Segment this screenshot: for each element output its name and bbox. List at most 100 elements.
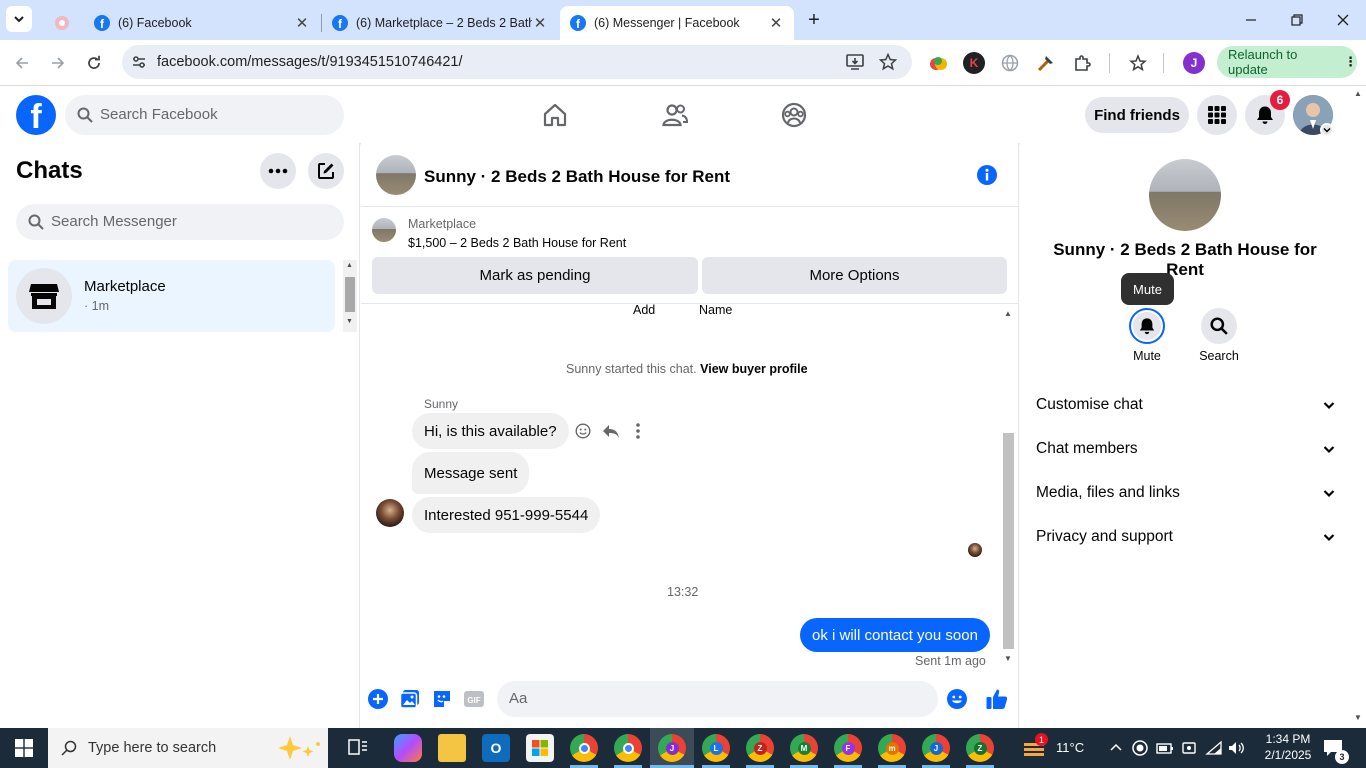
new-message-button[interactable] (308, 153, 344, 189)
install-app-icon[interactable] (846, 53, 864, 71)
outlook-app-icon[interactable]: O (482, 734, 510, 762)
plus-circle-icon[interactable] (367, 688, 389, 710)
reload-button[interactable] (80, 49, 108, 77)
chat-options-button[interactable] (260, 153, 296, 189)
incoming-message[interactable]: Interested 951-999-5544 (412, 497, 601, 533)
facebook-logo[interactable]: f (16, 95, 56, 135)
conversation-avatar[interactable] (376, 155, 416, 195)
scrollbar-thumb[interactable] (1003, 433, 1014, 649)
new-tab-button[interactable]: + (799, 8, 829, 32)
image-icon[interactable] (399, 688, 421, 710)
messenger-search-input[interactable]: Search Messenger (16, 204, 344, 240)
like-thumbs-up-icon[interactable] (985, 687, 1009, 711)
sender-avatar[interactable] (376, 499, 404, 527)
conversation-title[interactable]: Sunny · 2 Beds 2 Bath House for Rent (424, 167, 730, 187)
chrome-profile-m-icon[interactable]: M (790, 734, 818, 762)
view-buyer-profile-link[interactable]: View buyer profile (700, 362, 807, 376)
reading-list-icon[interactable] (1127, 52, 1149, 74)
listing-thumbnail[interactable] (372, 218, 396, 242)
menu-button[interactable] (1197, 95, 1237, 135)
task-view-button[interactable] (348, 738, 370, 758)
find-friends-button[interactable]: Find friends (1085, 97, 1189, 133)
mark-as-pending-button[interactable]: Mark as pending (372, 257, 698, 294)
star-icon[interactable] (879, 53, 897, 71)
facebook-search-input[interactable]: Search Facebook (65, 95, 344, 135)
extension-globe-icon[interactable] (999, 52, 1021, 74)
groups-icon[interactable] (780, 101, 808, 129)
extension-k-icon[interactable]: K (963, 52, 985, 74)
meet-now-icon[interactable] (1181, 740, 1197, 756)
page-scrollbar[interactable]: ▲ ▼ (1350, 87, 1366, 728)
chrome-profile-l-icon[interactable]: L (702, 734, 730, 762)
site-settings-icon[interactable] (131, 54, 147, 70)
wifi-icon[interactable] (1205, 740, 1223, 756)
gif-icon[interactable]: GIF (463, 688, 485, 710)
chrome-profile-j2-icon[interactable]: J (922, 734, 950, 762)
copilot-app-icon[interactable] (394, 734, 422, 762)
chrome-app-icon[interactable] (570, 734, 598, 762)
incoming-message[interactable]: Hi, is this available? (412, 413, 569, 449)
chrome-profile-f-icon[interactable]: F (834, 734, 862, 762)
scrollbar-thumb[interactable] (345, 277, 355, 312)
friends-icon[interactable] (661, 101, 689, 129)
forward-button[interactable] (44, 49, 72, 77)
tab-search-button[interactable] (6, 6, 32, 32)
mute-tooltip: Mute (1121, 273, 1174, 305)
taskbar-search-box[interactable]: Type here to search (48, 728, 328, 768)
sticker-icon[interactable] (431, 688, 453, 710)
extension-tomato-icon[interactable] (927, 52, 949, 74)
chrome-profile-j-icon[interactable]: J (658, 734, 686, 762)
file-explorer-app-icon[interactable] (438, 734, 466, 762)
chevron-up-icon[interactable] (1110, 742, 1122, 754)
volume-icon[interactable] (1228, 740, 1246, 756)
close-icon[interactable]: ✕ (532, 14, 548, 32)
chrome-profile-z-icon[interactable]: Z (746, 734, 774, 762)
more-vertical-icon[interactable] (632, 422, 644, 440)
more-options-button[interactable]: More Options (702, 257, 1007, 294)
message-input[interactable]: Aa (497, 681, 938, 717)
close-icon[interactable]: ✕ (768, 14, 784, 32)
address-bar[interactable]: facebook.com/messages/t/9193451510746421… (122, 45, 912, 79)
message-thread-scrollbar[interactable]: ▲ ▼ (1001, 305, 1017, 667)
media-files-links-section[interactable]: Media, files and links (1036, 473, 1336, 513)
minimize-button[interactable] (1236, 8, 1266, 32)
emoji-icon[interactable] (946, 688, 968, 710)
tab-pinned[interactable] (44, 6, 84, 40)
taskbar-clock[interactable]: 1:34 PM 2/1/2025 (1256, 731, 1320, 763)
listing-price-title[interactable]: $1,500 – 2 Beds 2 Bath House for Rent (408, 236, 626, 250)
react-emoji-icon[interactable] (575, 423, 591, 439)
tab-facebook[interactable]: f (6) Facebook ✕ (84, 6, 320, 40)
customise-chat-section[interactable]: Customise chat (1036, 385, 1336, 425)
chrome-profile-z2-icon[interactable]: Z (966, 734, 994, 762)
battery-plug-icon[interactable] (1156, 740, 1174, 756)
profile-avatar[interactable]: J (1183, 52, 1205, 74)
tab-messenger[interactable]: f (6) Messenger | Facebook ✕ (560, 6, 794, 40)
chrome-profile-m2-icon[interactable]: m (878, 734, 906, 762)
privacy-support-section[interactable]: Privacy and support (1036, 517, 1336, 557)
chat-list-scrollbar[interactable]: ▲ ▼ (343, 260, 357, 332)
incoming-message[interactable]: Message sent (412, 452, 530, 494)
chrome-app-icon[interactable] (614, 734, 642, 762)
tab-marketplace[interactable]: f (6) Marketplace – 2 Beds 2 Bath ✕ (322, 6, 558, 40)
back-button[interactable] (8, 49, 36, 77)
search-icon (61, 740, 77, 756)
mute-button[interactable] (1129, 308, 1165, 344)
chat-list-item-marketplace[interactable]: Marketplace · 1m (8, 260, 335, 332)
home-icon[interactable] (541, 101, 569, 129)
account-menu-chevron[interactable] (1320, 123, 1334, 137)
reply-icon[interactable] (602, 423, 620, 439)
info-icon[interactable] (976, 164, 998, 186)
search-conversation-button[interactable] (1201, 308, 1237, 344)
extension-tools-icon[interactable] (1035, 52, 1057, 74)
record-icon[interactable] (1132, 740, 1148, 756)
info-avatar[interactable] (1149, 159, 1221, 231)
store-app-icon[interactable] (526, 734, 554, 762)
close-window-button[interactable] (1328, 8, 1358, 32)
start-button[interactable] (0, 728, 48, 768)
outgoing-message[interactable]: ok i will contact you soon (800, 618, 990, 652)
extensions-puzzle-icon[interactable] (1071, 52, 1093, 74)
chat-members-section[interactable]: Chat members (1036, 429, 1336, 469)
maximize-button[interactable] (1282, 8, 1312, 32)
close-icon[interactable]: ✕ (294, 14, 310, 32)
relaunch-to-update-button[interactable]: Relaunch to update ⋮ (1217, 46, 1357, 78)
